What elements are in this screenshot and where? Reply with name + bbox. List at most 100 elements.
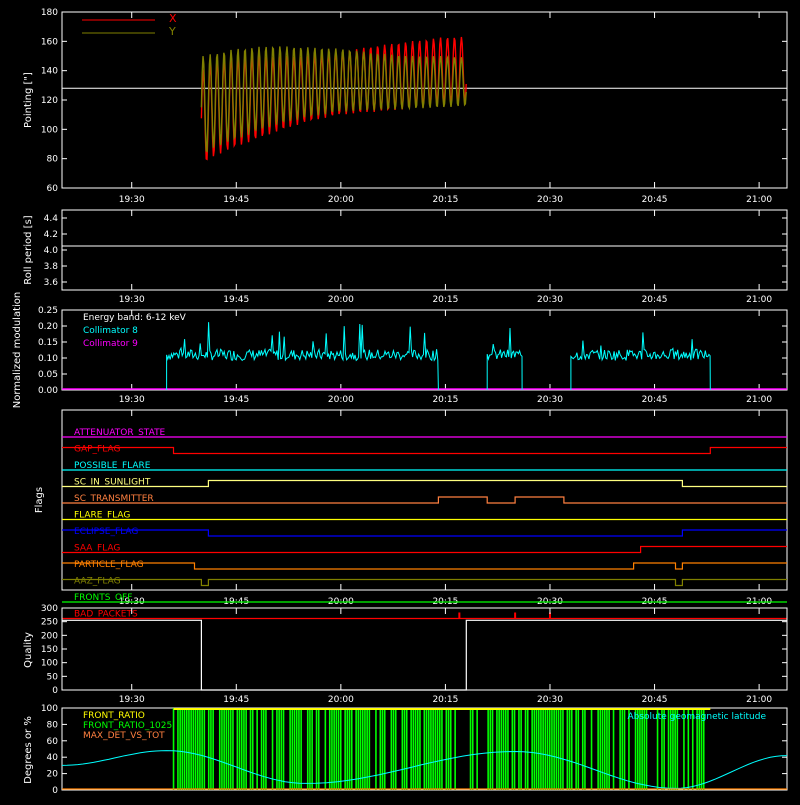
flag-label: ECLIPSE_FLAG <box>74 527 138 537</box>
xtick-label: 20:15 <box>432 195 458 205</box>
flag-line <box>62 529 787 537</box>
ytick-label: 80 <box>47 155 59 165</box>
ytick-label: 0.20 <box>38 322 58 332</box>
chart-canvas: 6080100120140160180 19:30 19:45 20:00 20:15… <box>12 8 788 796</box>
legend-y-label: Y <box>168 25 176 38</box>
ytick-label: 150 <box>41 645 58 655</box>
roll-ylabel: Roll period [s] <box>23 215 34 284</box>
ytick-label: 0.00 <box>38 386 58 396</box>
flags-panel: 19:30 19:45 20:00 20:15 20:30 20:45 21:00 ATTE… <box>34 409 788 620</box>
roll-panel: 3.6 3.8 4.0 4.2 4.4 19:30 19:45 20:00 20:15 20:3… <box>23 209 788 305</box>
degrees-panel: 0 20 40 60 80 100 Degrees or % FRONT_RATIO FR… <box>23 704 788 796</box>
ytick-label: 60 <box>47 737 59 747</box>
xtick-label: 21:00 <box>746 395 772 405</box>
ytick-label: 80 <box>47 720 59 730</box>
xtick-label: 19:45 <box>223 395 249 405</box>
ytick-label: 180 <box>41 8 58 18</box>
xtick-label: 20:30 <box>537 195 563 205</box>
xtick-label: 20:15 <box>432 395 458 405</box>
flag-label: AAZ_FLAG <box>74 577 121 587</box>
xtick-label: 19:45 <box>223 295 249 305</box>
flag-line <box>62 479 787 488</box>
plot-stage: 60 80 100 120 140 160 180 19:30 19:45 20:00 20:15… <box>0 0 800 800</box>
flag-label: PARTICLE_FLAG <box>74 560 144 570</box>
roll-yticks: 3.6 3.8 4.0 4.2 4.4 <box>44 214 787 288</box>
xtick-label: 20:00 <box>328 395 354 405</box>
quality-data <box>62 619 787 691</box>
collimator-8-segment <box>166 322 439 391</box>
degrees-legend-latitude: Absolute geomagnetic latitude <box>627 712 766 722</box>
modulation-legend-band: Energy band: 6-12 keV <box>83 313 187 323</box>
flag-line <box>62 545 787 554</box>
ytick-label: 200 <box>41 631 58 641</box>
xtick-label: 20:30 <box>537 695 563 705</box>
ytick-label: 50 <box>47 672 59 682</box>
ytick-label: 120 <box>41 96 58 106</box>
ytick-label: 4.0 <box>44 246 59 256</box>
ytick-label: 60 <box>47 184 59 194</box>
series-y-line <box>200 46 467 153</box>
ytick-label: 0 <box>52 786 58 796</box>
pointing-data <box>62 36 787 161</box>
ytick-label: 0.05 <box>38 370 58 380</box>
xtick-label: 20:00 <box>328 195 354 205</box>
ytick-label: 3.6 <box>44 278 59 288</box>
pointing-yticks: 60 80 100 120 140 160 180 <box>41 8 787 194</box>
flag-line <box>62 446 787 455</box>
xtick-label: 20:00 <box>328 295 354 305</box>
flag-line <box>62 496 787 504</box>
ytick-label: 160 <box>41 37 58 47</box>
collimator-8-segment <box>570 332 711 391</box>
modulation-data <box>62 322 787 391</box>
xtick-label: 20:45 <box>642 395 668 405</box>
flag-line <box>62 562 787 570</box>
xtick-label: 21:00 <box>746 695 772 705</box>
flags-xticks: 19:30 19:45 20:00 20:15 20:30 20:45 21:00 <box>119 410 772 607</box>
xtick-label: 19:30 <box>119 395 145 405</box>
pointing-ylabel: Pointing ["] <box>23 72 34 128</box>
ytick-label: 0.25 <box>38 306 58 316</box>
xtick-label: 19:30 <box>119 295 145 305</box>
legend-x-label: X <box>169 12 177 25</box>
xtick-label: 21:00 <box>746 295 772 305</box>
modulation-ylabel: Normalized modulation <box>12 292 23 409</box>
xtick-label: 20:30 <box>537 295 563 305</box>
flags-ylabel: Flags <box>34 487 45 513</box>
ytick-label: 3.8 <box>44 262 59 272</box>
ytick-label: 300 <box>41 604 58 614</box>
degrees-ylabel: Degrees or % <box>23 716 34 784</box>
xtick-label: 19:30 <box>119 695 145 705</box>
ytick-label: 100 <box>41 659 58 669</box>
ytick-label: 4.4 <box>44 214 59 224</box>
flags-data: ATTENUATOR_STATEGAP_FLAGPOSSIBLE_FLARESC… <box>62 428 787 620</box>
degrees-legend-max-det: MAX_DET_VS_TOT <box>83 731 165 741</box>
xtick-label: 20:00 <box>328 695 354 705</box>
roll-xticks: 19:30 19:45 20:00 20:15 20:30 20:45 21:00 <box>119 210 772 305</box>
xtick-label: 19:45 <box>223 195 249 205</box>
xtick-label: 20:45 <box>642 295 668 305</box>
ytick-label: 20 <box>47 770 59 780</box>
xtick-label: 20:15 <box>432 695 458 705</box>
ytick-label: 4.2 <box>44 230 58 240</box>
xtick-label: 21:00 <box>746 195 772 205</box>
xtick-label: 19:30 <box>119 195 145 205</box>
flag-label: GAP_FLAG <box>74 445 120 455</box>
flag-line <box>62 578 787 587</box>
ytick-label: 0.10 <box>38 354 58 364</box>
ytick-label: 140 <box>41 67 58 77</box>
quality-line <box>62 619 787 691</box>
ytick-label: 0 <box>52 686 58 696</box>
xtick-label: 20:30 <box>537 395 563 405</box>
degrees-legend-front-ratio: FRONT_RATIO <box>83 711 145 721</box>
xtick-label: 20:45 <box>642 695 668 705</box>
pointing-panel: 60 80 100 120 140 160 180 19:30 19:45 20:00 20:15… <box>23 8 788 205</box>
xtick-label: 20:45 <box>642 195 668 205</box>
ytick-label: 100 <box>41 125 58 135</box>
ytick-label: 250 <box>41 618 58 628</box>
modulation-panel: 0.00 0.05 0.10 0.15 0.20 0.25 19:30 19:45 20:00… <box>12 292 788 409</box>
quality-ylabel: Quality <box>23 632 34 668</box>
ytick-label: 0.15 <box>38 338 58 348</box>
ytick-label: 100 <box>41 704 58 714</box>
roll-frame <box>61 209 788 291</box>
quality-yticks: 0 50 100 150 200 250 300 <box>41 604 787 696</box>
